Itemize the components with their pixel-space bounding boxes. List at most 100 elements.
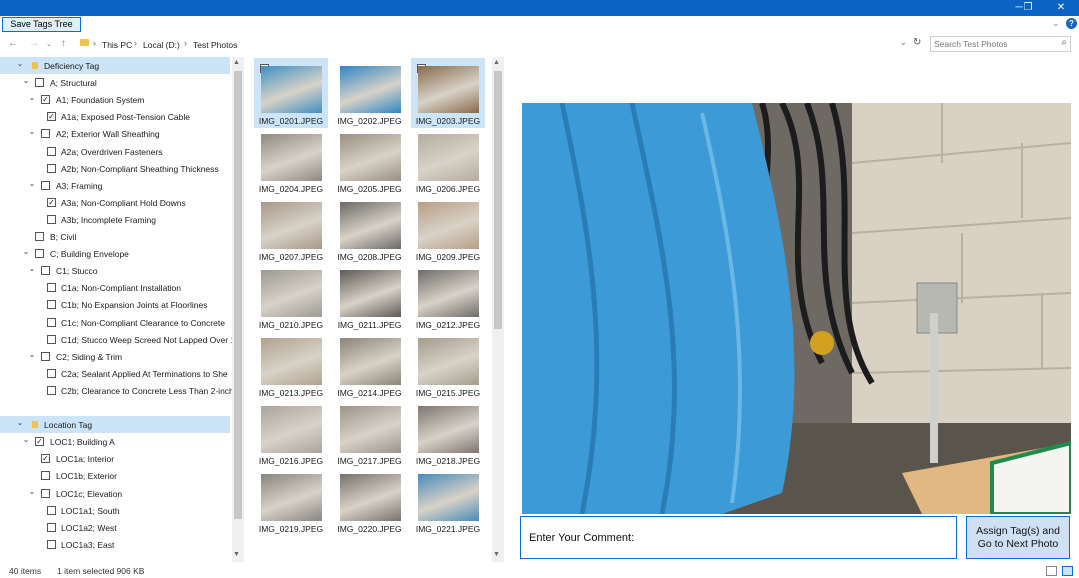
scroll-up-icon[interactable]: ▲	[233, 59, 240, 66]
photo-thumbnail[interactable]	[261, 406, 322, 453]
expand-chevron-icon[interactable]: ⌄	[21, 435, 31, 444]
expand-chevron-icon[interactable]: ⌄	[27, 487, 37, 496]
expand-chevron-icon[interactable]: ⌄	[27, 264, 37, 273]
photo-thumbnail[interactable]	[339, 338, 401, 385]
scroll-up-icon[interactable]: ▲	[493, 59, 500, 66]
tag-checkbox[interactable]	[41, 488, 50, 498]
refresh-icon[interactable]: ↻	[913, 37, 921, 48]
help-icon[interactable]: ?	[1066, 18, 1077, 29]
photo-thumbnail[interactable]	[339, 406, 401, 453]
tree-root-21[interactable]: ⌄ Location Tag	[0, 416, 230, 434]
tag-checkbox[interactable]	[35, 249, 44, 259]
restore-icon[interactable]: ❐	[1013, 0, 1043, 16]
tag-checkbox[interactable]	[41, 351, 50, 361]
tag-checkbox[interactable]	[35, 78, 44, 88]
tag-checkbox[interactable]	[47, 522, 56, 532]
tag-checkbox[interactable]	[47, 368, 56, 378]
back-arrow-icon[interactable]: ←	[8, 38, 18, 49]
tag-checkbox[interactable]	[47, 163, 56, 173]
photo-thumbnail[interactable]	[418, 270, 479, 317]
photo-thumbnail[interactable]	[339, 270, 401, 317]
tree-item[interactable]: ⌄ ✓ A1; Foundation System	[0, 91, 230, 108]
tag-checkbox[interactable]	[47, 539, 56, 549]
large-icons-view-icon[interactable]	[1062, 566, 1073, 576]
tree-item[interactable]: C2a; Sealant Applied At Terminations to …	[0, 365, 230, 382]
tree-item[interactable]: ✓ A3a; Non-Compliant Hold Downs	[0, 194, 230, 211]
tree-item[interactable]: LOC1a2; West	[0, 519, 230, 536]
comment-input[interactable]: Enter Your Comment:	[520, 516, 957, 559]
photo-thumbnail[interactable]	[418, 406, 479, 453]
tree-scrollbar[interactable]: ▲ ▼	[232, 57, 244, 562]
tag-checkbox[interactable]	[41, 471, 50, 481]
scroll-down-icon[interactable]: ▼	[233, 551, 240, 558]
breadcrumb-test-photos[interactable]: Test Photos	[193, 40, 237, 50]
tag-checkbox[interactable]	[47, 214, 56, 224]
assign-tags-next-photo-button[interactable]: Assign Tag(s) and Go to Next Photo	[966, 516, 1070, 559]
breadcrumb-this-pc[interactable]: This PC	[102, 40, 132, 50]
tree-item[interactable]: ⌄ C; Building Envelope	[0, 245, 230, 262]
tree-item[interactable]: A3b; Incomplete Framing	[0, 211, 230, 228]
tree-item[interactable]: ⌄ C2; Siding & Trim	[0, 348, 230, 365]
expand-chevron-icon[interactable]: ⌄	[27, 350, 37, 359]
expand-chevron-icon[interactable]: ⌄	[27, 93, 37, 102]
tag-checkbox[interactable]: ✓	[41, 454, 50, 464]
tree-item[interactable]: A2b; Non-Compliant Sheathing Thickness	[0, 160, 230, 177]
tree-item[interactable]: C1b; No Expansion Joints at Floorlines	[0, 296, 230, 313]
photo-thumbnail[interactable]	[261, 270, 322, 317]
tag-checkbox[interactable]: ✓	[41, 95, 50, 105]
tree-item[interactable]: LOC1a1; South	[0, 502, 230, 519]
tag-checkbox[interactable]	[47, 385, 56, 395]
tree-item[interactable]: C1d; Stucco Weep Screed Not Lapped Over …	[0, 331, 235, 348]
photo-thumbnail[interactable]	[418, 66, 479, 113]
photo-thumbnail[interactable]	[418, 474, 479, 521]
photo-thumbnail[interactable]	[261, 202, 322, 249]
tag-checkbox[interactable]: ✓	[35, 437, 44, 447]
photo-thumbnail[interactable]	[339, 474, 401, 521]
tree-item[interactable]: C1a; Non-Compliant Installation	[0, 279, 230, 296]
tree-item[interactable]: C1c; Non-Compliant Clearance to Concrete	[0, 314, 230, 331]
tree-item[interactable]: ⌄ A2; Exterior Wall Sheathing	[0, 125, 230, 142]
save-tags-tree-button[interactable]: Save Tags Tree	[2, 17, 81, 32]
photo-thumbnail[interactable]	[339, 202, 401, 249]
tree-scrollbar-thumb[interactable]	[234, 71, 242, 519]
tree-item[interactable]: ⌄ A3; Framing	[0, 177, 230, 194]
expand-chevron-icon[interactable]: ⌄	[21, 76, 31, 85]
thumbnail-scrollbar[interactable]: ▲ ▼	[492, 57, 504, 562]
up-arrow-icon[interactable]: ↑	[61, 38, 66, 49]
photo-thumbnail[interactable]	[418, 134, 479, 181]
photo-thumbnail[interactable]	[339, 134, 401, 181]
tree-item[interactable]: B; Civil	[0, 228, 230, 245]
forward-arrow-icon[interactable]: →	[29, 38, 39, 49]
tag-checkbox[interactable]: ✓	[47, 197, 56, 207]
tree-item[interactable]: ⌄ LOC1c; Elevation	[0, 485, 230, 502]
close-icon[interactable]: ✕	[1046, 0, 1076, 16]
photo-thumbnail[interactable]	[261, 474, 322, 521]
tree-item[interactable]: LOC1b; Exterior	[0, 467, 230, 484]
tag-checkbox[interactable]	[47, 300, 56, 310]
expand-chevron-icon[interactable]: ⌄	[27, 179, 37, 188]
photo-tile[interactable]: IMG_0219.JPEG	[254, 452, 328, 536]
tree-root-0[interactable]: ⌄ Deficiency Tag	[0, 57, 230, 74]
details-view-icon[interactable]	[1046, 566, 1057, 576]
tag-checkbox[interactable]	[47, 283, 56, 293]
search-box[interactable]: ⌕	[930, 36, 1071, 52]
tag-checkbox[interactable]	[41, 129, 50, 139]
tree-item[interactable]: ✓ LOC1a; Interior	[0, 450, 230, 467]
chevron-down-icon[interactable]: ⌄	[1052, 18, 1060, 29]
tag-checkbox[interactable]	[47, 146, 56, 156]
expand-chevron-icon[interactable]: ⌄	[21, 247, 31, 256]
search-input[interactable]	[934, 38, 1052, 50]
tree-item[interactable]: C2b; Clearance to Concrete Less Than 2-i…	[0, 382, 234, 399]
photo-thumbnail[interactable]	[261, 66, 322, 113]
photo-thumbnail[interactable]	[261, 134, 322, 181]
tree-item[interactable]: ⌄ ✓ LOC1; Building A	[0, 433, 230, 450]
tag-checkbox[interactable]	[47, 505, 56, 515]
photo-thumbnail[interactable]	[418, 338, 479, 385]
expand-chevron-icon[interactable]: ⌄	[15, 59, 25, 68]
expand-chevron-icon[interactable]: ⌄	[15, 418, 25, 427]
tree-item[interactable]: ⌄ A; Structural	[0, 74, 230, 91]
scroll-down-icon[interactable]: ▼	[493, 551, 500, 558]
tag-checkbox[interactable]: ✓	[47, 112, 56, 122]
tag-checkbox[interactable]	[47, 317, 56, 327]
tag-checkbox[interactable]	[41, 266, 50, 276]
